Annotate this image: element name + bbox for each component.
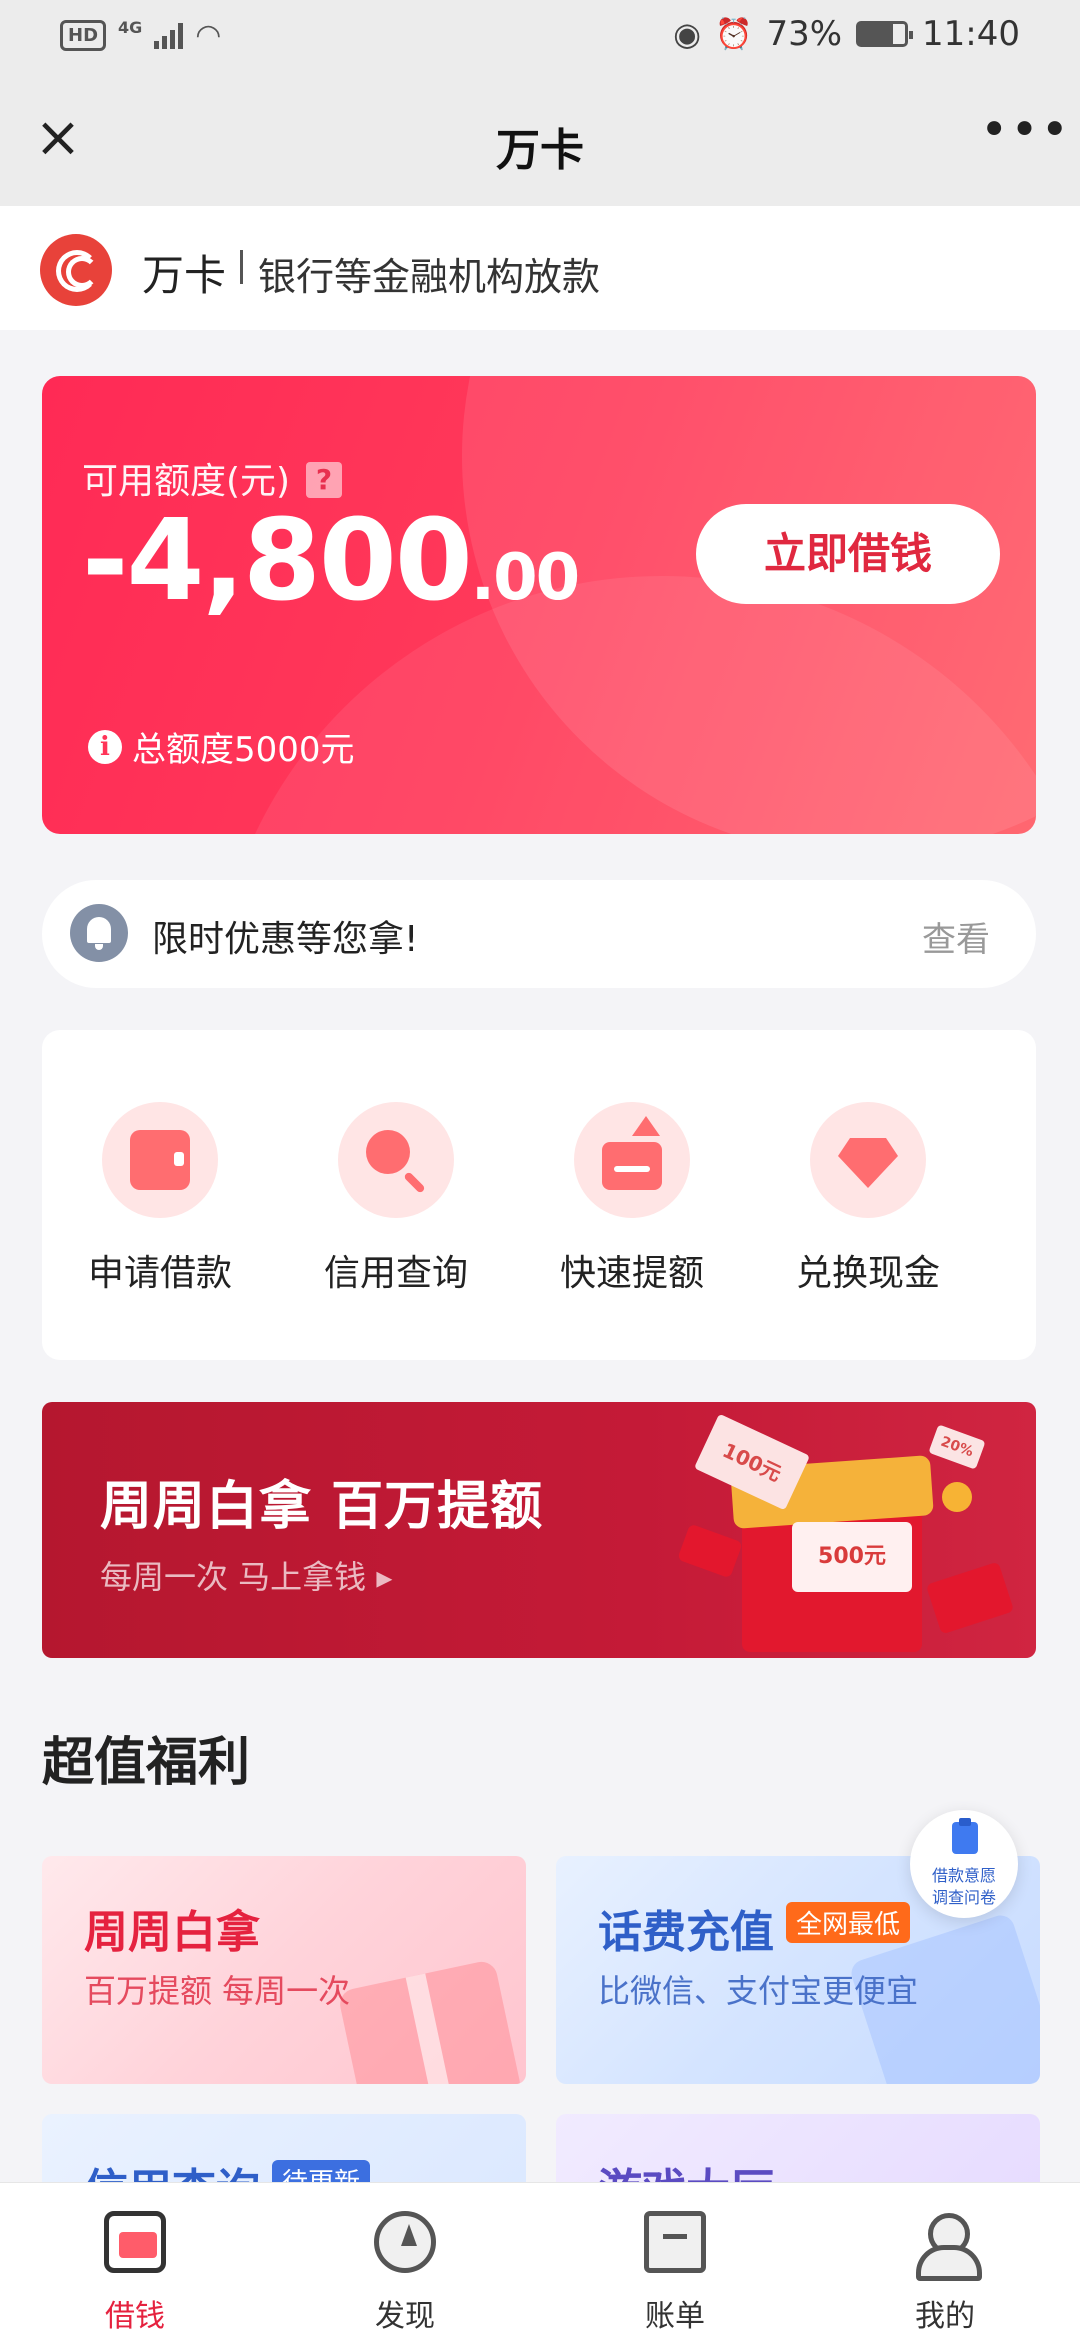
total-credit-text: 总额度5000元 — [132, 730, 355, 770]
total-credit: i 总额度5000元 — [88, 722, 355, 771]
promo-notice[interactable]: 限时优惠等您拿! 查看 — [42, 880, 1036, 988]
clipboard-icon — [952, 1818, 978, 1854]
section-title: 超值福利 — [42, 1733, 251, 1793]
borrow-now-button[interactable]: 立即借钱 — [696, 504, 1000, 604]
action-label: 兑换现金 — [795, 1253, 940, 1294]
brand-description: 银行等金融机构放款 — [258, 255, 601, 299]
nav-label: 发现 — [375, 2299, 435, 2334]
bottom-nav: 借钱 发现 账单 我的 — [0, 2182, 1080, 2340]
signal-icon — [154, 22, 184, 49]
bill-icon — [644, 2211, 706, 2273]
status-right: ◉ ⏰ 73% 11:40 — [673, 14, 1020, 54]
nav-label: 借钱 — [105, 2299, 165, 2334]
amount-decimal: .00 — [470, 541, 580, 615]
network-label: 4G — [118, 18, 143, 37]
notice-text: 限时优惠等您拿! — [152, 919, 419, 960]
alarm-icon: ⏰ — [715, 16, 753, 52]
title-bar: × 万卡 ••• — [0, 72, 1080, 206]
user-icon — [914, 2211, 982, 2281]
action-label: 申请借款 — [87, 1253, 232, 1294]
coin-icon — [942, 1482, 972, 1512]
credit-card: 可用额度(元) ? -4,800.00 立即借钱 i 总额度5000元 — [42, 376, 1036, 834]
brand-logo — [40, 234, 112, 306]
nav-mine[interactable]: 我的 — [810, 2183, 1080, 2340]
upload-icon — [602, 1116, 662, 1190]
brand-bar: 万卡 银行等金融机构放款 — [0, 206, 1080, 330]
nav-bills[interactable]: 账单 — [540, 2183, 810, 2340]
wallet-icon — [130, 1130, 190, 1190]
wifi-icon: ◠ — [195, 18, 222, 53]
action-label: 快速提额 — [559, 1253, 704, 1294]
benefit-desc: 比微信、支付宝更便宜 — [598, 1972, 919, 2010]
quick-actions: 申请借款 信用查询 快速提额 兑换现金 — [42, 1030, 1036, 1360]
benefit-tag: 全网最低 — [786, 1902, 911, 1943]
red-envelope-icon — [925, 1561, 1015, 1635]
page-title: 万卡 — [496, 125, 584, 176]
gift-box-illustration: 100元 500元 20% — [677, 1413, 1022, 1652]
brand-divider — [240, 250, 243, 284]
compass-icon — [374, 2211, 436, 2273]
benefit-title: 话费充值 — [598, 1907, 774, 1958]
search-icon — [366, 1130, 426, 1190]
nav-discover[interactable]: 发现 — [270, 2183, 540, 2340]
action-quick-raise[interactable]: 快速提额 — [514, 1030, 750, 1360]
clock: 11:40 — [922, 14, 1020, 54]
bell-icon — [70, 904, 128, 962]
nav-borrow[interactable]: 借钱 — [0, 2183, 270, 2340]
promo-banner[interactable]: 周周白拿 百万提额 每周一次 马上拿钱 ▸ 100元 500元 20% — [42, 1402, 1036, 1658]
help-icon[interactable]: ? — [306, 462, 342, 498]
benefit-title: 周周白拿 — [84, 1907, 260, 1958]
promo-title: 周周白拿 百万提额 — [100, 1477, 544, 1537]
available-credit-amount: -4,800.00 — [82, 496, 580, 626]
survey-label-1: 借款意愿 — [931, 1866, 996, 1885]
diamond-icon — [838, 1130, 898, 1190]
info-icon: i — [88, 729, 122, 764]
red-envelope-icon — [677, 1523, 743, 1579]
action-apply-loan[interactable]: 申请借款 — [42, 1030, 278, 1360]
hd-icon: HD — [60, 20, 107, 51]
nav-label: 我的 — [915, 2299, 975, 2334]
brand-name: 万卡 — [142, 251, 227, 300]
action-redeem-cash[interactable]: 兑换现金 — [750, 1030, 986, 1360]
nav-label: 账单 — [645, 2299, 705, 2334]
gift-icon — [337, 1958, 523, 2084]
battery-icon — [856, 21, 914, 47]
status-left: HD 4G ◠ — [60, 18, 221, 53]
status-bar: HD 4G ◠ ◉ ⏰ 73% 11:40 — [0, 0, 1080, 72]
wallet-icon — [104, 2211, 166, 2273]
action-credit-check[interactable]: 信用查询 — [278, 1030, 514, 1360]
note-500: 500元 — [792, 1522, 912, 1592]
benefit-desc: 百万提额 每周一次 — [84, 1972, 351, 2010]
promo-subtitle: 每周一次 马上拿钱 ▸ — [100, 1558, 393, 1596]
more-icon[interactable]: ••• — [980, 106, 1069, 166]
amount-integer: -4,800 — [82, 496, 473, 626]
action-label: 信用查询 — [323, 1253, 468, 1294]
view-link[interactable]: 查看 — [922, 912, 990, 961]
benefit-card-weekly[interactable]: 周周白拿 百万提额 每周一次 — [42, 1856, 526, 2084]
tag-20: 20% — [928, 1424, 986, 1470]
eye-icon: ◉ — [673, 15, 702, 53]
battery-percent: 73% — [766, 14, 843, 54]
survey-label-2: 调查问卷 — [931, 1888, 996, 1907]
survey-float-button[interactable]: 借款意愿 调查问卷 — [910, 1810, 1018, 1918]
